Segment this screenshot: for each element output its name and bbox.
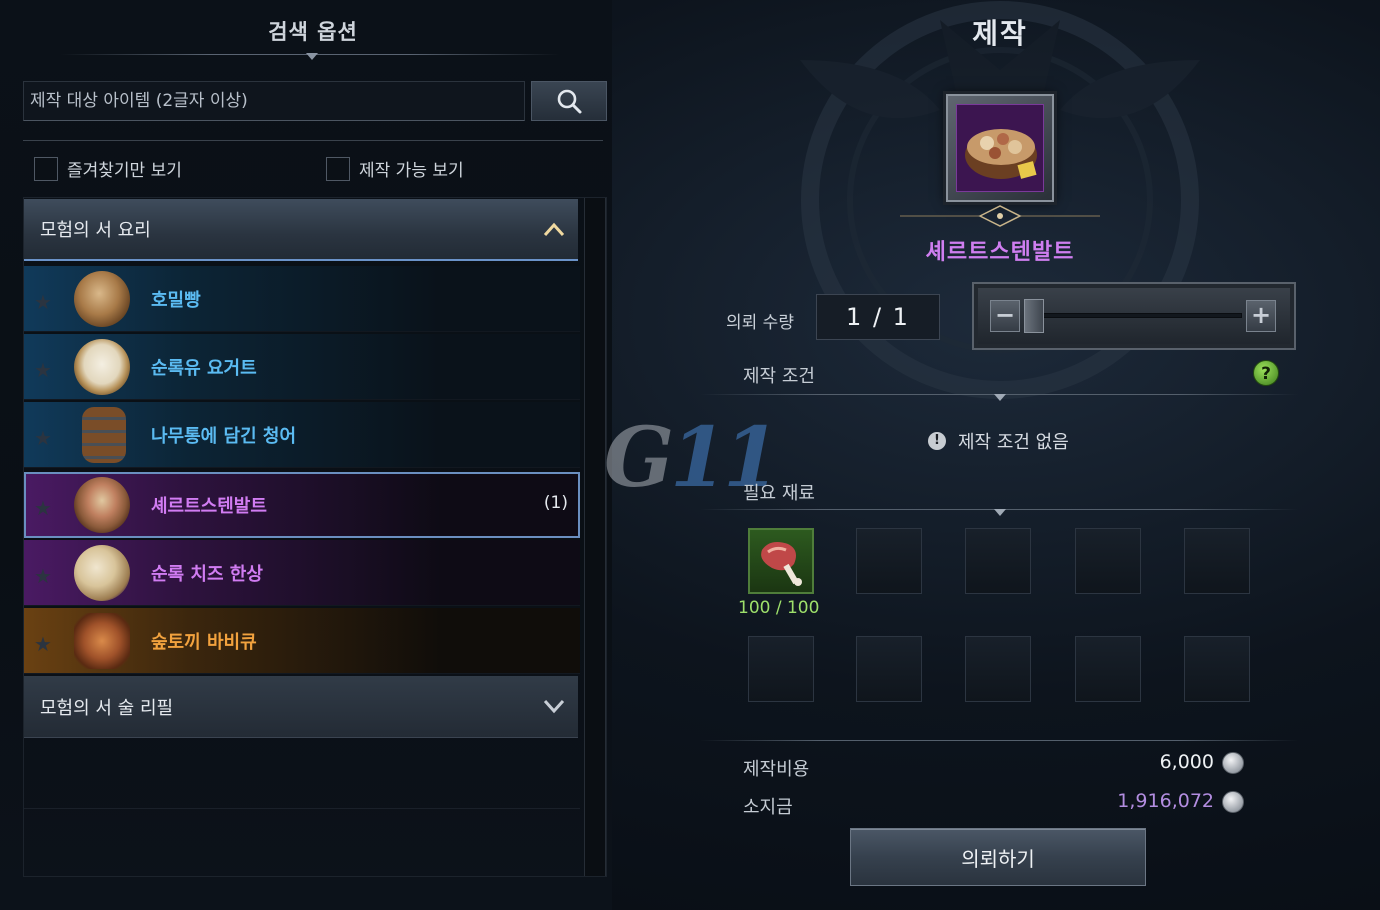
meat-icon	[761, 542, 802, 586]
recipe-name: 나무통에 담긴 청어	[151, 426, 297, 447]
favorites-checkbox[interactable]	[34, 156, 58, 181]
barrel-icon	[82, 407, 126, 463]
no-condition-text: 제작 조건 없음	[958, 432, 1069, 453]
barbecue-icon	[74, 613, 130, 669]
favorite-star-icon[interactable]: ★	[34, 564, 52, 588]
stew-icon	[956, 104, 1044, 192]
search-panel: 검색 옵션 즐겨찾기만 보기 제작 가능 보기 모험의 서 요리 ★ 호밀빵 ★…	[0, 0, 612, 910]
info-icon: !	[928, 432, 946, 450]
favorites-label: 즐겨찾기만 보기	[67, 161, 182, 181]
craftable-label: 제작 가능 보기	[359, 161, 464, 181]
recipe-name: 셰르트스텐발트	[151, 496, 267, 517]
recipe-list-scrollbar[interactable]	[584, 198, 606, 876]
help-icon[interactable]: ?	[1253, 360, 1279, 386]
quantity-label: 의뢰 수량	[726, 313, 794, 333]
search-options-title: 검색 옵션	[268, 20, 358, 44]
favorite-star-icon[interactable]: ★	[34, 358, 52, 382]
recipe-item[interactable]: ★ 순록유 요거트	[24, 334, 580, 400]
bread-icon	[74, 271, 130, 327]
recipe-item-selected[interactable]: ★ 셰르트스텐발트 (1)	[24, 472, 580, 538]
recipe-item[interactable]: ★ 숲토끼 바비큐	[24, 608, 580, 674]
gold-value: 1,916,072	[1117, 790, 1214, 812]
cost-divider	[700, 740, 1298, 741]
recipe-name: 호밀빵	[151, 290, 201, 311]
chevron-up-icon	[543, 222, 565, 237]
favorites-filter[interactable]: 즐겨찾기만 보기	[34, 156, 182, 181]
cost-value: 6,000	[1159, 751, 1214, 773]
category-header-drink-refill[interactable]: 모험의 서 술 리필	[24, 676, 578, 738]
recipe-name: 순록 치즈 한상	[151, 564, 263, 585]
search-icon	[557, 89, 582, 114]
gold-label: 소지금	[743, 797, 793, 818]
material-slot-empty	[748, 636, 814, 702]
favorite-star-icon[interactable]: ★	[34, 632, 52, 656]
material-slot-empty	[856, 636, 922, 702]
list-divider	[24, 808, 580, 809]
craftable-checkbox[interactable]	[326, 156, 350, 181]
cheese-platter-icon	[74, 545, 130, 601]
search-button[interactable]	[531, 81, 607, 121]
recipe-item[interactable]: ★ 호밀빵	[24, 266, 580, 332]
stew-icon	[74, 477, 130, 533]
caret-down-icon	[994, 509, 1006, 516]
recipe-count: (1)	[543, 493, 568, 513]
material-slot-empty	[1184, 528, 1250, 594]
material-slot-empty	[856, 528, 922, 594]
condition-label: 제작 조건	[743, 366, 815, 387]
craft-title: 제작	[972, 17, 1028, 50]
caret-down-icon	[994, 394, 1006, 401]
crafted-item-slot[interactable]	[946, 94, 1054, 202]
no-condition-notice: ! 제작 조건 없음	[928, 428, 1069, 454]
material-count: 100 / 100	[738, 598, 820, 618]
recipe-name: 순록유 요거트	[151, 358, 257, 379]
material-slot-empty	[1184, 636, 1250, 702]
recipe-item[interactable]: ★ 순록 치즈 한상	[24, 540, 580, 606]
material-slot-empty	[965, 636, 1031, 702]
search-input[interactable]	[23, 81, 525, 121]
decrease-button[interactable]: −	[990, 300, 1020, 332]
quantity-value: 1 / 1	[816, 294, 940, 340]
favorite-star-icon[interactable]: ★	[34, 496, 52, 520]
search-divider	[23, 140, 603, 141]
favorite-star-icon[interactable]: ★	[34, 426, 52, 450]
slider-thumb[interactable]	[1024, 299, 1044, 333]
category-label: 모험의 서 술 리필	[40, 697, 174, 719]
materials-label: 필요 재료	[743, 483, 815, 504]
craftable-filter[interactable]: 제작 가능 보기	[326, 156, 464, 181]
material-slot-empty	[1075, 636, 1141, 702]
material-slot[interactable]	[748, 528, 814, 594]
category-header-cooking[interactable]: 모험의 서 요리	[24, 199, 578, 261]
slider-track[interactable]	[1026, 313, 1242, 318]
quantity-slider[interactable]: − +	[972, 282, 1296, 350]
favorite-star-icon[interactable]: ★	[34, 290, 52, 314]
increase-button[interactable]: +	[1246, 300, 1276, 332]
crafted-item-name: 셰르트스텐발트	[925, 240, 1075, 265]
recipe-name: 숲토끼 바비큐	[151, 632, 257, 653]
chevron-down-icon	[543, 699, 565, 714]
material-slot-empty	[965, 528, 1031, 594]
silver-coin-icon	[1222, 752, 1244, 774]
silver-coin-icon	[1222, 791, 1244, 813]
request-button[interactable]: 의뢰하기	[850, 828, 1146, 886]
yogurt-icon	[74, 339, 130, 395]
ornament-divider	[900, 205, 1100, 227]
material-slot-empty	[1075, 528, 1141, 594]
cost-label: 제작비용	[743, 759, 810, 780]
title-caret-icon	[306, 53, 318, 60]
recipe-item[interactable]: ★ 나무통에 담긴 청어	[24, 402, 580, 468]
category-label: 모험의 서 요리	[40, 220, 151, 241]
